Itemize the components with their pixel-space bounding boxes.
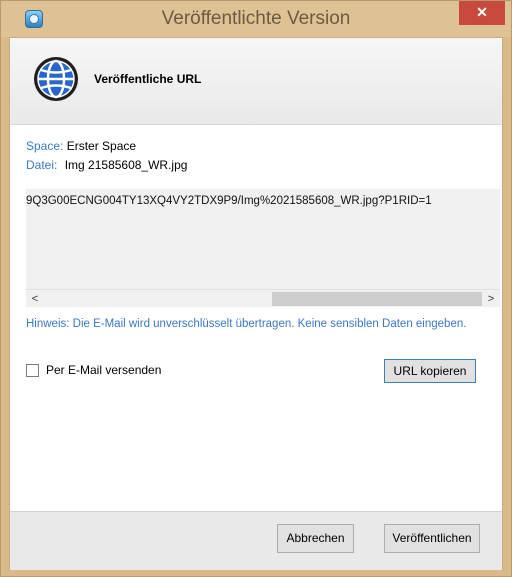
scroll-right-icon[interactable]: > [482,290,500,307]
header-title: Veröffentliche URL [94,72,202,86]
dialog-window: Veröffentlichte Version ✕ Veröffentliche… [0,0,512,577]
url-text[interactable]: 9Q3G00ECNG004TY13XQ4VY2TDX9P9/Img%202158… [26,195,432,207]
dialog-header: Veröffentliche URL [10,38,502,125]
globe-icon [34,57,78,101]
copy-url-button[interactable]: URL kopieren [384,359,476,383]
horizontal-scrollbar[interactable]: < > [26,289,500,307]
space-label: Space: [26,139,64,153]
email-checkbox[interactable] [26,364,39,377]
space-row: Space: Erster Space [26,139,136,153]
close-button[interactable]: ✕ [459,1,505,25]
cancel-button[interactable]: Abbrechen [277,524,354,553]
file-value: Img 21585608_WR.jpg [64,158,188,172]
scrollbar-thumb[interactable] [272,292,482,306]
publish-button[interactable]: Veröffentlichen [384,524,480,553]
url-text-area[interactable]: 9Q3G00ECNG004TY13XQ4VY2TDX9P9/Img%202158… [26,189,500,307]
space-value: Erster Space [66,139,137,153]
dialog-content: Veröffentliche URL Space: Erster Space D… [9,37,503,570]
file-label: Datei: [26,158,58,172]
scroll-left-icon[interactable]: < [26,290,44,307]
window-title: Veröffentlichte Version [161,8,351,29]
email-hint: Hinweis: Die E-Mail wird unverschlüsselt… [26,318,467,330]
file-row: Datei: Img 21585608_WR.jpg [26,158,187,172]
title-bar[interactable]: Veröffentlichte Version ✕ [1,1,511,37]
email-checkbox-label[interactable]: Per E-Mail versenden [46,363,161,377]
